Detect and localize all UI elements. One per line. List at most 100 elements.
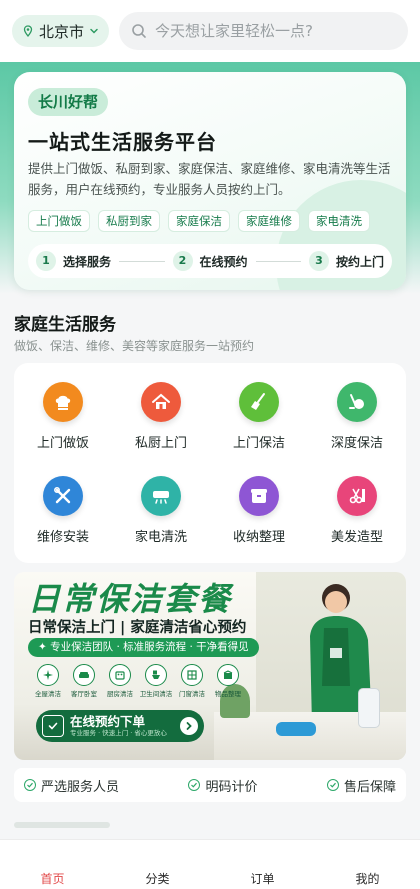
- box-icon: [217, 664, 239, 686]
- service-label: 上门保洁: [232, 435, 285, 451]
- spray-bottle-illustration: [358, 688, 380, 728]
- step-number: 2: [172, 251, 193, 271]
- step-number: 1: [36, 251, 56, 271]
- step-3: 3 按约上门: [309, 251, 384, 271]
- feature-label: 厨房清洁: [107, 690, 133, 698]
- guarantee-label: 明码计价: [205, 779, 258, 795]
- feature-label: 客厅卧室: [71, 690, 97, 698]
- service-item-cooking[interactable]: 上门做饭: [14, 369, 112, 463]
- service-item-private-chef[interactable]: 私厨上门: [112, 369, 210, 463]
- banner-title: 日常保洁套餐: [28, 580, 233, 618]
- storage-box-icon: [239, 475, 279, 516]
- cleaning-package-banner[interactable]: 日常保洁套餐 日常保洁上门 | 家庭清洁省心预约 ✦ 专业保洁团队 · 标准服务…: [14, 572, 406, 760]
- guarantee-item: 严选服务人员: [24, 776, 119, 795]
- step-connector: [255, 260, 301, 262]
- guarantee-label: 售后保障: [343, 779, 396, 795]
- book-online-button[interactable]: 在线预约下单 专业服务 · 快速上门 · 省心更放心: [36, 710, 204, 742]
- cta-sublabel: 专业服务 · 快速上门 · 省心更放心: [70, 728, 167, 737]
- city-selector[interactable]: 北京市: [12, 15, 110, 47]
- location-pin-icon: [23, 25, 33, 37]
- banner-feature: 客厅卧室: [70, 664, 98, 698]
- home-chef-icon: [141, 381, 181, 422]
- step-2: 2 在线预约: [172, 251, 248, 271]
- banner-tagline: ✦ 专业保洁团队 · 标准服务流程 · 干净看得见: [28, 638, 259, 657]
- search-icon: [132, 24, 146, 38]
- tab-profile[interactable]: 我的: [338, 870, 398, 887]
- broom-icon: [239, 381, 279, 422]
- step-1: 1 选择服务: [36, 251, 111, 271]
- scissors-comb-icon: [337, 475, 377, 516]
- service-item-cleaning[interactable]: 上门保洁: [210, 369, 308, 463]
- service-label: 美发造型: [330, 529, 383, 545]
- tab-category[interactable]: 分类: [128, 870, 188, 887]
- feature-label: 门窗清洁: [179, 690, 205, 698]
- service-item-appliance-cleaning[interactable]: 家电清洗: [112, 463, 210, 557]
- guarantee-item: 售后保障: [326, 776, 396, 795]
- service-label: 家电清洗: [134, 529, 187, 545]
- vacuum-icon: [337, 381, 377, 422]
- next-section-peek: [14, 822, 110, 828]
- guarantee-label: 严选服务人员: [41, 779, 120, 795]
- banner-feature-list: 全屋清洁 客厅卧室 厨房清洁 卫生间清洁 门窗清洁 物品整理: [34, 664, 242, 698]
- cleaning-cloth-illustration: [276, 722, 316, 736]
- service-tag[interactable]: 家庭维修: [238, 210, 300, 232]
- window-icon: [181, 664, 203, 686]
- service-grid: 上门做饭 私厨上门 上门保洁 深度保洁 维修安装 家电清洗 收纳整理 美发造型: [14, 363, 406, 563]
- service-tag[interactable]: 家庭保洁: [168, 210, 230, 232]
- air-conditioner-icon: [141, 475, 181, 516]
- service-item-deep-cleaning[interactable]: 深度保洁: [308, 369, 406, 463]
- feature-label: 卫生间清洁: [139, 690, 173, 698]
- service-tag[interactable]: 私厨到家: [98, 210, 160, 232]
- check-circle-icon: [24, 779, 36, 791]
- banner-feature: 卫生间清洁: [139, 664, 173, 698]
- step-number: 3: [309, 251, 329, 271]
- banner-feature: 全屋清洁: [34, 664, 62, 698]
- banner-feature: 厨房清洁: [106, 664, 134, 698]
- service-tag-list: 上门做饭 私厨到家 家庭保洁 家庭维修 家电清洗: [28, 210, 370, 232]
- section-title: 家庭生活服务: [14, 315, 116, 335]
- step-label: 按约上门: [336, 254, 385, 269]
- guarantee-item: 明码计价: [188, 776, 258, 795]
- feature-label: 物品整理: [215, 690, 241, 698]
- city-name: 北京市: [39, 22, 85, 41]
- search-bar[interactable]: [119, 12, 408, 50]
- bottom-tab-bar: 首页 分类 订单 我的: [0, 839, 420, 889]
- chevron-down-icon: [90, 28, 98, 34]
- service-label: 上门做饭: [36, 435, 89, 451]
- tab-orders[interactable]: 订单: [233, 870, 293, 887]
- step-label: 在线预约: [199, 254, 248, 269]
- hero-description: 提供上门做饭、私厨到家、家庭保洁、家庭维修、家电清洗等生活服务，用户在线预约，专…: [28, 161, 391, 197]
- service-item-hair-styling[interactable]: 美发造型: [308, 463, 406, 557]
- brand-tag: 长川好帮: [28, 88, 109, 116]
- sofa-icon: [73, 664, 95, 686]
- hero-card: 长川好帮 一站式生活服务平台 提供上门做饭、私厨到家、家庭保洁、家庭维修、家电清…: [14, 72, 406, 290]
- feature-label: 全屋清洁: [35, 690, 61, 698]
- check-circle-icon: [326, 779, 339, 791]
- banner-subtitle: 日常保洁上门 | 家庭清洁省心预约: [28, 620, 247, 636]
- top-bar: 北京市: [0, 0, 420, 62]
- service-label: 收纳整理: [232, 529, 285, 545]
- service-tag[interactable]: 家电清洗: [308, 210, 370, 232]
- tab-home[interactable]: 首页: [23, 870, 83, 887]
- step-label: 选择服务: [63, 254, 112, 269]
- banner-feature: 门窗清洁: [178, 664, 206, 698]
- service-tag[interactable]: 上门做饭: [28, 210, 90, 232]
- cta-text: 在线预约下单 专业服务 · 快速上门 · 省心更放心: [70, 714, 167, 738]
- step-connector: [119, 260, 165, 262]
- process-steps: 1 选择服务 2 在线预约 3 按约上门: [28, 244, 392, 278]
- service-label: 维修安装: [36, 529, 89, 545]
- section-subtitle: 做饭、保洁、维修、美容等家庭服务一站预约: [14, 339, 255, 353]
- calendar-check-icon: [42, 715, 64, 737]
- toilet-icon: [145, 664, 167, 686]
- hero-title: 一站式生活服务平台: [28, 130, 217, 154]
- check-circle-icon: [188, 779, 201, 791]
- chevron-right-icon: [180, 717, 198, 735]
- service-item-organizing[interactable]: 收纳整理: [210, 463, 308, 557]
- stove-icon: [109, 664, 131, 686]
- sparkle-icon: [37, 664, 59, 686]
- service-item-repair[interactable]: 维修安装: [14, 463, 112, 557]
- chef-hat-icon: [43, 381, 83, 422]
- guarantee-bar: 严选服务人员 明码计价 售后保障: [14, 768, 406, 802]
- service-label: 深度保洁: [330, 435, 383, 451]
- search-input[interactable]: [155, 22, 396, 40]
